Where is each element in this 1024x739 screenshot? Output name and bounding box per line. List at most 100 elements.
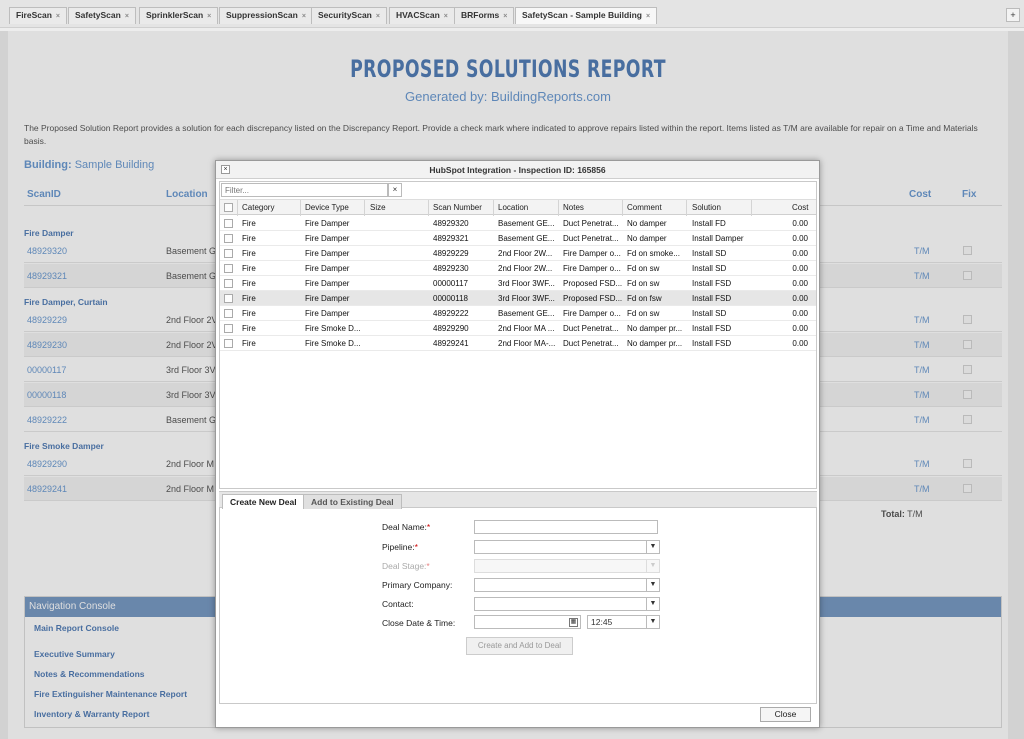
fix-checkbox[interactable] — [963, 365, 972, 374]
contact-select[interactable]: ▼ — [474, 597, 660, 611]
scanid-link[interactable]: 48929320 — [27, 246, 67, 256]
column-size[interactable]: Size — [370, 203, 386, 212]
cost-link[interactable]: T/M — [914, 271, 930, 281]
select-all-checkbox[interactable] — [224, 203, 233, 212]
scanid-link[interactable]: 48929229 — [27, 315, 67, 325]
fix-checkbox[interactable] — [963, 271, 972, 280]
report-intro: The Proposed Solution Report provides a … — [24, 123, 978, 146]
cell-scan-number: 48929290 — [433, 324, 469, 333]
cell-scan-number: 00000118 — [433, 294, 468, 303]
add-tab-button[interactable]: + — [1006, 8, 1020, 22]
tab-safetyscan-sample-building[interactable]: SafetyScan - Sample Building × — [515, 7, 658, 24]
fix-checkbox[interactable] — [963, 340, 972, 349]
row-checkbox[interactable] — [224, 279, 233, 288]
grid-row[interactable]: Fire Fire Damper 48929320 Basement GE... Duc… — [220, 216, 816, 231]
nav-link-inventory-warranty-report[interactable]: Inventory & Warranty Report — [34, 709, 149, 719]
column-device-type[interactable]: Device Type — [305, 203, 349, 212]
scanid-link[interactable]: 00000117 — [27, 365, 66, 375]
scanid-link[interactable]: 48929241 — [27, 484, 67, 494]
tab-suppressionscan[interactable]: SuppressionScan × — [219, 7, 313, 24]
cost-link[interactable]: T/M — [914, 340, 930, 350]
cell-comment: Fd on smoke... — [627, 249, 680, 258]
tab-safetyscan[interactable]: SafetyScan × — [68, 7, 136, 24]
primary-company-select[interactable]: ▼ — [474, 578, 660, 592]
close-icon[interactable]: × — [503, 13, 507, 20]
fix-checkbox[interactable] — [963, 459, 972, 468]
cost-link[interactable]: T/M — [914, 415, 930, 425]
row-checkbox[interactable] — [224, 264, 233, 273]
tab-sprinklerscan[interactable]: SprinklerScan × — [139, 7, 219, 24]
row-checkbox[interactable] — [224, 249, 233, 258]
create-and-add-to-deal-button[interactable]: Create and Add to Deal — [466, 637, 573, 655]
close-icon[interactable]: × — [444, 13, 448, 20]
deal-name-input[interactable] — [474, 520, 658, 534]
column-scan-number[interactable]: Scan Number — [433, 203, 482, 212]
row-checkbox[interactable] — [224, 294, 233, 303]
row-checkbox[interactable] — [224, 324, 233, 333]
close-icon[interactable]: × — [221, 165, 230, 174]
nav-link-executive-summary[interactable]: Executive Summary — [34, 649, 115, 659]
nav-link-fire-extinguisher-report[interactable]: Fire Extinguisher Maintenance Report — [34, 689, 187, 699]
cell-comment: Fd on fsw — [627, 294, 662, 303]
scanid-link[interactable]: 00000118 — [27, 390, 66, 400]
row-checkbox[interactable] — [224, 309, 233, 318]
scanid-link[interactable]: 48929222 — [27, 415, 67, 425]
tab-create-new-deal[interactable]: Create New Deal — [222, 494, 305, 509]
cost-link[interactable]: T/M — [914, 246, 930, 256]
clear-filter-icon[interactable]: × — [388, 183, 402, 197]
cost-link[interactable]: T/M — [914, 484, 930, 494]
column-cost[interactable]: Cost — [792, 203, 808, 212]
close-button[interactable]: Close — [760, 707, 811, 722]
scanid-link[interactable]: 48929321 — [27, 271, 67, 281]
cost-link[interactable]: T/M — [914, 365, 930, 375]
fix-checkbox[interactable] — [963, 415, 972, 424]
cell-location: 3rd Floor 3WF... — [498, 279, 555, 288]
filter-input[interactable] — [221, 183, 388, 197]
fix-checkbox[interactable] — [963, 246, 972, 255]
tab-hvacscan[interactable]: HVACScan × — [389, 7, 455, 24]
fix-checkbox[interactable] — [963, 315, 972, 324]
scanid-link[interactable]: 48929290 — [27, 459, 67, 469]
close-icon[interactable]: × — [207, 13, 211, 20]
grid-row[interactable]: Fire Fire Damper 00000118 3rd Floor 3WF... P… — [220, 291, 816, 306]
cell-solution: Install SD — [692, 249, 727, 258]
row-checkbox[interactable] — [224, 339, 233, 348]
scanid-link[interactable]: 48929230 — [27, 340, 67, 350]
grid-row[interactable]: Fire Fire Damper 48929230 2nd Floor 2W... Fi… — [220, 261, 816, 276]
row-checkbox[interactable] — [224, 234, 233, 243]
column-location: Location — [166, 189, 208, 200]
column-notes[interactable]: Notes — [563, 203, 584, 212]
cost-link[interactable]: T/M — [914, 315, 930, 325]
tab-firescan[interactable]: FireScan × — [9, 7, 67, 24]
column-solution[interactable]: Solution — [692, 203, 721, 212]
tab-brforms[interactable]: BRForms × — [454, 7, 515, 24]
grid-row[interactable]: Fire Fire Damper 48929222 Basement GE... Fir… — [220, 306, 816, 321]
nav-link-main-report-console[interactable]: Main Report Console — [34, 623, 119, 633]
pipeline-select[interactable]: ▼ — [474, 540, 660, 554]
grid-row[interactable]: Fire Fire Damper 48929229 2nd Floor 2W... Fi… — [220, 246, 816, 261]
calendar-icon[interactable]: ▦ — [569, 618, 578, 627]
tab-add-to-existing-deal[interactable]: Add to Existing Deal — [303, 494, 402, 509]
close-time-select[interactable]: 12:45 ▼ — [587, 615, 660, 629]
close-icon[interactable]: × — [376, 13, 380, 20]
grid-row[interactable]: Fire Fire Damper 00000117 3rd Floor 3WF... P… — [220, 276, 816, 291]
tab-securityscan[interactable]: SecurityScan × — [311, 7, 387, 24]
grid-row[interactable]: Fire Fire Smoke D... 48929241 2nd Floor MA-… — [220, 336, 816, 351]
fix-checkbox[interactable] — [963, 484, 972, 493]
close-icon[interactable]: × — [302, 13, 306, 20]
close-icon[interactable]: × — [56, 13, 60, 20]
nav-link-notes-recommendations[interactable]: Notes & Recommendations — [34, 669, 145, 679]
cost-link[interactable]: T/M — [914, 390, 930, 400]
column-category[interactable]: Category — [242, 203, 274, 212]
close-date-input[interactable]: ▦ — [474, 615, 581, 629]
close-icon[interactable]: × — [125, 13, 129, 20]
column-comment[interactable]: Comment — [627, 203, 662, 212]
cost-link[interactable]: T/M — [914, 459, 930, 469]
grid-row[interactable]: Fire Fire Smoke D... 48929290 2nd Floor MA … — [220, 321, 816, 336]
inspection-grid: × Category Device Type Size Scan Number … — [219, 181, 817, 489]
column-location[interactable]: Location — [498, 203, 528, 212]
row-checkbox[interactable] — [224, 219, 233, 228]
fix-checkbox[interactable] — [963, 390, 972, 399]
close-icon[interactable]: × — [646, 13, 650, 20]
grid-row[interactable]: Fire Fire Damper 48929321 Basement GE... Duc… — [220, 231, 816, 246]
